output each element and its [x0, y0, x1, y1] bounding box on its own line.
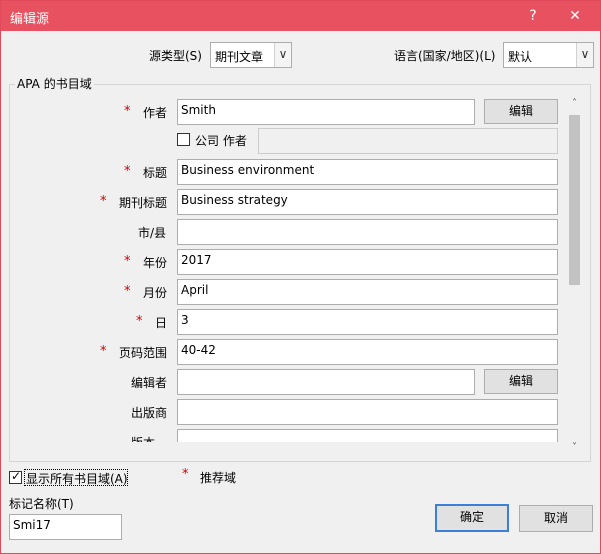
publisher-field[interactable] — [177, 399, 558, 425]
required-mark: * — [124, 254, 131, 269]
corporate-author-field[interactable] — [258, 128, 558, 154]
city-field[interactable] — [177, 219, 558, 245]
language-value: 默认 — [508, 50, 533, 64]
year-field[interactable]: 2017 — [177, 249, 558, 275]
ok-button[interactable]: 确定 — [435, 504, 509, 532]
required-mark: * — [124, 284, 131, 299]
tag-name-label: 标记名称(T) — [9, 497, 74, 511]
pages-field[interactable]: 40-42 — [177, 339, 558, 365]
editor-edit-button[interactable]: 编辑 — [484, 369, 558, 394]
pages-label: 页码范围 — [119, 346, 168, 360]
day-label: 日 — [155, 316, 168, 330]
corporate-author-label: 公司 作者 — [195, 134, 247, 148]
required-mark: * — [100, 344, 107, 359]
recommended-mark: * — [182, 467, 189, 482]
title-label: 标题 — [143, 166, 168, 180]
show-all-fields-checkbox[interactable] — [9, 469, 22, 484]
chevron-down-icon[interactable]: ∨ — [576, 43, 593, 67]
cancel-button[interactable]: 取消 — [519, 505, 593, 532]
fields-scrollbar[interactable]: ˄ ˅ — [566, 95, 583, 460]
fields-scroll-area: * 作者 Smith 编辑 公司 作者 * 标题 Business enviro… — [10, 95, 566, 442]
dialog-title: 编辑源 — [10, 12, 50, 27]
close-button[interactable]: ✕ — [557, 1, 593, 31]
chevron-down-icon[interactable]: ∨ — [274, 43, 291, 67]
recommended-legend-label: 推荐域 — [200, 471, 237, 485]
volume-field[interactable] — [177, 429, 558, 442]
journal-name-label: 期刊标题 — [119, 196, 168, 210]
author-edit-button[interactable]: 编辑 — [484, 99, 558, 124]
publisher-label: 出版商 — [131, 406, 168, 420]
help-button[interactable]: ? — [515, 1, 551, 31]
required-mark: * — [136, 314, 143, 329]
editor-field[interactable] — [177, 369, 475, 395]
edit-source-dialog: 编辑源 ? ✕ 源类型(S) 期刊文章 ∨ 语言(国家/地区)(L) 默认 ∨ … — [0, 0, 601, 554]
month-field[interactable]: April — [177, 279, 558, 305]
required-mark: * — [124, 104, 131, 119]
editor-label: 编辑者 — [131, 376, 168, 390]
scroll-down-icon[interactable]: ˅ — [566, 439, 583, 456]
day-field[interactable]: 3 — [177, 309, 558, 335]
scrollbar-thumb[interactable] — [569, 115, 580, 285]
tag-name-field[interactable]: Smi17 — [9, 514, 122, 540]
source-type-label: 源类型(S) — [149, 49, 202, 63]
city-label: 市/县 — [138, 226, 167, 240]
scroll-up-icon[interactable]: ˄ — [566, 95, 583, 112]
show-all-fields-label[interactable]: 显示所有书目域(A) — [26, 470, 128, 487]
language-label: 语言(国家/地区)(L) — [394, 49, 496, 63]
title-bar: 编辑源 ? ✕ — [1, 1, 600, 31]
title-field[interactable]: Business environment — [177, 159, 558, 185]
corporate-author-checkbox[interactable] — [177, 133, 190, 146]
source-type-value: 期刊文章 — [215, 50, 264, 64]
required-mark: * — [100, 194, 107, 209]
author-field[interactable]: Smith — [177, 99, 475, 125]
month-label: 月份 — [143, 286, 168, 300]
required-mark: * — [124, 164, 131, 179]
group-title: APA 的书目域 — [15, 75, 94, 92]
author-label: 作者 — [143, 106, 168, 120]
language-select[interactable]: 默认 ∨ — [503, 42, 594, 68]
volume-label: 版本 — [131, 434, 155, 442]
journal-name-field[interactable]: Business strategy — [177, 189, 558, 215]
source-type-select[interactable]: 期刊文章 ∨ — [210, 42, 292, 68]
year-label: 年份 — [143, 256, 168, 270]
